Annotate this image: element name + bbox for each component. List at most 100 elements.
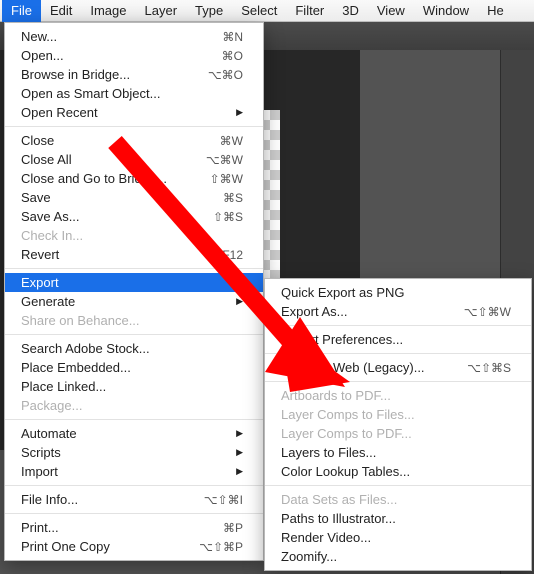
file-item-open-as-smart-object[interactable]: Open as Smart Object... [5,84,263,103]
menu-item-label: Check In... [21,228,83,243]
file-item-check-in: Check In... [5,226,263,245]
export-item-paths-to-illustrator[interactable]: Paths to Illustrator... [265,509,531,528]
file-item-revert[interactable]: Revert F12 [5,245,263,264]
export-item-layer-comps-to-files: Layer Comps to Files... [265,405,531,424]
menu-item-label: Artboards to PDF... [281,388,391,403]
file-item-scripts[interactable]: Scripts ▶ [5,443,263,462]
file-item-save[interactable]: Save⌘S [5,188,263,207]
menu-item-label: Close All [21,152,72,167]
file-item-place-linked[interactable]: Place Linked... [5,377,263,396]
menu-item-label: Render Video... [281,530,371,545]
submenu-arrow-icon: ▶ [236,107,243,118]
shortcut-label: ⌘S [223,191,243,205]
file-item-close-and-go-to-bridge[interactable]: Close and Go to Bridge... ⇧⌘W [5,169,263,188]
menu-item-label: Print One Copy [21,539,110,554]
menu-item-label: Quick Export as PNG [281,285,405,300]
file-item-automate[interactable]: Automate▶ [5,424,263,443]
export-submenu[interactable]: Quick Export as PNGExport As...⌥⇧⌘WExpor… [264,278,532,571]
menu-item-label: Package... [21,398,82,413]
export-item-artboards-to-pdf: Artboards to PDF... [265,386,531,405]
export-item-save-for-web-legacy[interactable]: Save for Web (Legacy)...⌥⇧⌘S [265,358,531,377]
file-item-file-info[interactable]: File Info...⌥⇧⌘I [5,490,263,509]
menu-filter[interactable]: Filter [286,0,333,22]
shortcut-label: ⌥⇧⌘P [199,540,243,554]
menu-file[interactable]: File [2,0,41,22]
menu-item-label: Close [21,133,54,148]
export-item-quick-export-as-png[interactable]: Quick Export as PNG [265,283,531,302]
menu-item-label: Automate [21,426,77,441]
menu-item-label: Paths to Illustrator... [281,511,396,526]
menu-item-label: Revert [21,247,59,262]
file-item-generate[interactable]: Generate▶ [5,292,263,311]
file-item-share-on-behance: Share on Behance... [5,311,263,330]
menu-image[interactable]: Image [81,0,135,22]
export-item-layers-to-files[interactable]: Layers to Files... [265,443,531,462]
shortcut-label: ⇧⌘S [213,210,243,224]
export-item-color-lookup-tables[interactable]: Color Lookup Tables... [265,462,531,481]
file-menu[interactable]: New... ⌘N Open... ⌘O Browse in Bridge... ⌥⌘O O… [4,22,264,561]
menu-3d[interactable]: 3D [333,0,368,22]
shortcut-label: ⌥⌘O [208,68,243,82]
file-item-new[interactable]: New... ⌘N [5,27,263,46]
menu-window[interactable]: Window [414,0,478,22]
menu-layer[interactable]: Layer [136,0,187,22]
menu-item-label: Close and Go to Bridge... [21,171,167,186]
file-item-search-adobe-stock[interactable]: Search Adobe Stock... [5,339,263,358]
file-item-print[interactable]: Print... ⌘P [5,518,263,537]
file-item-export[interactable]: Export ▶ [5,273,263,292]
file-item-open[interactable]: Open... ⌘O [5,46,263,65]
menu-type[interactable]: Type [186,0,232,22]
menu-item-label: Open... [21,48,64,63]
menu-item-label: Color Lookup Tables... [281,464,410,479]
export-item-layer-comps-to-pdf: Layer Comps to PDF... [265,424,531,443]
menu-view[interactable]: View [368,0,414,22]
menu-item-label: Place Linked... [21,379,106,394]
file-item-print-one-copy[interactable]: Print One Copy ⌥⇧⌘P [5,537,263,556]
file-item-open-recent[interactable]: Open Recent ▶ [5,103,263,122]
shortcut-label: ⌘W [220,134,243,148]
export-item-render-video[interactable]: Render Video... [265,528,531,547]
menubar[interactable]: FileEditImageLayerTypeSelectFilter3DView… [0,0,534,22]
menu-item-label: Layers to Files... [281,445,376,460]
menu-item-label: Layer Comps to Files... [281,407,415,422]
menu-item-label: Save As... [21,209,80,224]
shortcut-label: ⌥⇧⌘W [464,305,511,319]
file-item-package: Package... [5,396,263,415]
file-item-save-as[interactable]: Save As... ⇧⌘S [5,207,263,226]
menu-he[interactable]: He [478,0,513,22]
export-item-export-preferences[interactable]: Export Preferences... [265,330,531,349]
file-item-close-all[interactable]: Close All⌥⌘W [5,150,263,169]
menu-item-label: Export Preferences... [281,332,403,347]
shortcut-label: ⌥⇧⌘S [467,361,511,375]
menu-item-label: Print... [21,520,59,535]
menu-item-label: Share on Behance... [21,313,140,328]
menu-item-label: Zoomify... [281,549,337,564]
menu-item-label: Export [21,275,59,290]
menu-item-label: Layer Comps to PDF... [281,426,412,441]
menu-select[interactable]: Select [232,0,286,22]
export-item-export-as[interactable]: Export As... ⌥⇧⌘W [265,302,531,321]
submenu-arrow-icon: ▶ [236,296,243,307]
menu-item-label: Search Adobe Stock... [21,341,150,356]
shortcut-label: ⌘O [222,49,243,63]
export-item-data-sets-as-files: Data Sets as Files... [265,490,531,509]
menu-item-label: New... [21,29,57,44]
shortcut-label: ⌘P [223,521,243,535]
menu-edit[interactable]: Edit [41,0,81,22]
menu-item-label: Export As... [281,304,347,319]
menu-item-label: Import [21,464,58,479]
submenu-arrow-icon: ▶ [236,447,243,458]
shortcut-label: ⌘N [222,30,243,44]
export-item-zoomify[interactable]: Zoomify... [265,547,531,566]
file-item-place-embedded[interactable]: Place Embedded... [5,358,263,377]
menu-item-label: Open Recent [21,105,98,120]
menu-item-label: Browse in Bridge... [21,67,130,82]
menu-item-label: Place Embedded... [21,360,131,375]
file-item-browse-in-bridge[interactable]: Browse in Bridge... ⌥⌘O [5,65,263,84]
shortcut-label: F12 [222,248,243,262]
submenu-arrow-icon: ▶ [236,277,243,288]
menu-item-label: Scripts [21,445,61,460]
file-item-close[interactable]: Close ⌘W [5,131,263,150]
file-item-import[interactable]: Import▶ [5,462,263,481]
shortcut-label: ⇧⌘W [210,172,243,186]
